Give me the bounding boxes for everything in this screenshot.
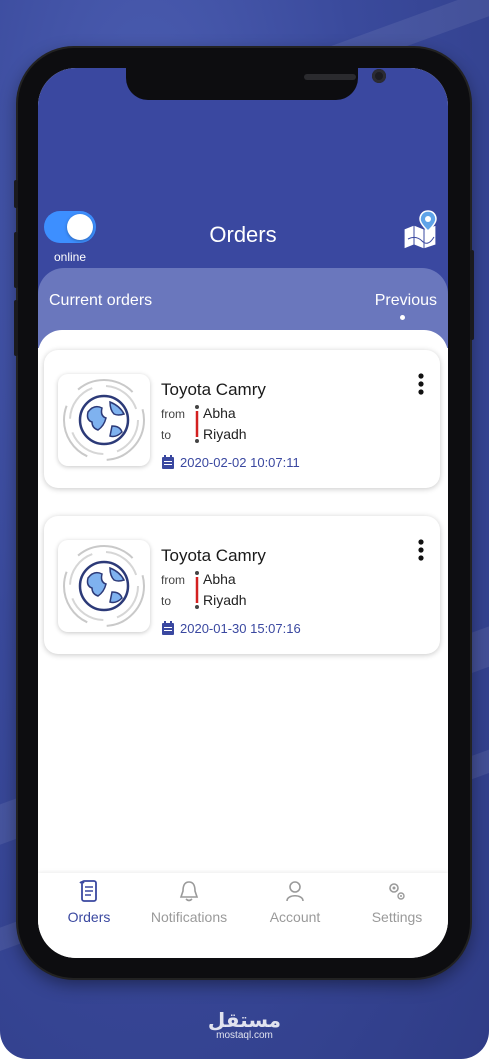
order-card[interactable]: Toyota Camry from to Abha Riyadh xyxy=(44,350,440,488)
nav-orders[interactable]: Orders xyxy=(38,873,140,958)
order-card[interactable]: Toyota Camry from to Abha Riyadh xyxy=(44,516,440,654)
bell-icon xyxy=(179,881,199,902)
map-location-icon[interactable] xyxy=(400,209,442,251)
app-screen: online Orders Current orders Previous To… xyxy=(38,68,448,958)
destination-city: Riyadh xyxy=(203,426,247,442)
watermark-logo: مستقل mostaql.com xyxy=(0,1008,489,1041)
origin-city: Abha xyxy=(203,405,236,421)
orders-list: Toyota Camry from to Abha Riyadh 2020-02… xyxy=(38,330,448,890)
more-vertical-icon[interactable] xyxy=(414,538,428,566)
from-label: from xyxy=(161,573,185,587)
nav-settings[interactable]: Settings xyxy=(346,873,448,958)
nav-settings-label: Settings xyxy=(371,909,423,925)
to-label: to xyxy=(161,594,172,608)
online-status-label: online xyxy=(53,250,87,264)
order-date: 2020-02-02 10:07:11 xyxy=(180,455,300,470)
user-icon xyxy=(286,881,304,902)
route-line-icon xyxy=(193,404,201,444)
watermark-arabic: مستقل xyxy=(207,1008,282,1032)
nav-orders-label: Orders xyxy=(67,909,111,925)
to-label: to xyxy=(161,428,172,442)
orders-scroll-icon xyxy=(79,880,97,902)
page-title: Orders xyxy=(209,222,277,247)
phone-notch xyxy=(126,68,386,100)
background-frame: online Orders Current orders Previous To… xyxy=(0,0,489,1059)
nav-notifications[interactable]: Notifications xyxy=(138,873,240,958)
origin-city: Abha xyxy=(203,571,236,587)
watermark-domain: mostaql.com xyxy=(216,1030,273,1041)
order-date: 2020-01-30 15:07:16 xyxy=(180,621,301,636)
tab-previous-orders[interactable]: Previous xyxy=(375,292,437,310)
globe-icon xyxy=(58,540,150,632)
gear-icon xyxy=(389,883,405,900)
calendar-icon xyxy=(162,621,174,635)
route-line-icon xyxy=(193,570,201,610)
calendar-icon xyxy=(162,455,174,469)
tab-current-orders[interactable]: Current orders xyxy=(49,292,152,310)
app-header: online Orders Current orders Previous xyxy=(38,68,448,348)
globe-icon xyxy=(58,374,150,466)
destination-city: Riyadh xyxy=(203,592,247,608)
nav-account-label: Account xyxy=(269,909,321,925)
car-model: Toyota Camry xyxy=(161,546,266,565)
more-vertical-icon[interactable] xyxy=(414,372,428,400)
car-model: Toyota Camry xyxy=(161,380,266,399)
nav-account[interactable]: Account xyxy=(244,873,346,958)
tab-indicator-dot xyxy=(400,315,405,320)
from-label: from xyxy=(161,407,185,421)
bottom-navigation: Orders Notifications Account Settings xyxy=(38,873,448,958)
nav-notifications-label: Notifications xyxy=(150,909,228,925)
